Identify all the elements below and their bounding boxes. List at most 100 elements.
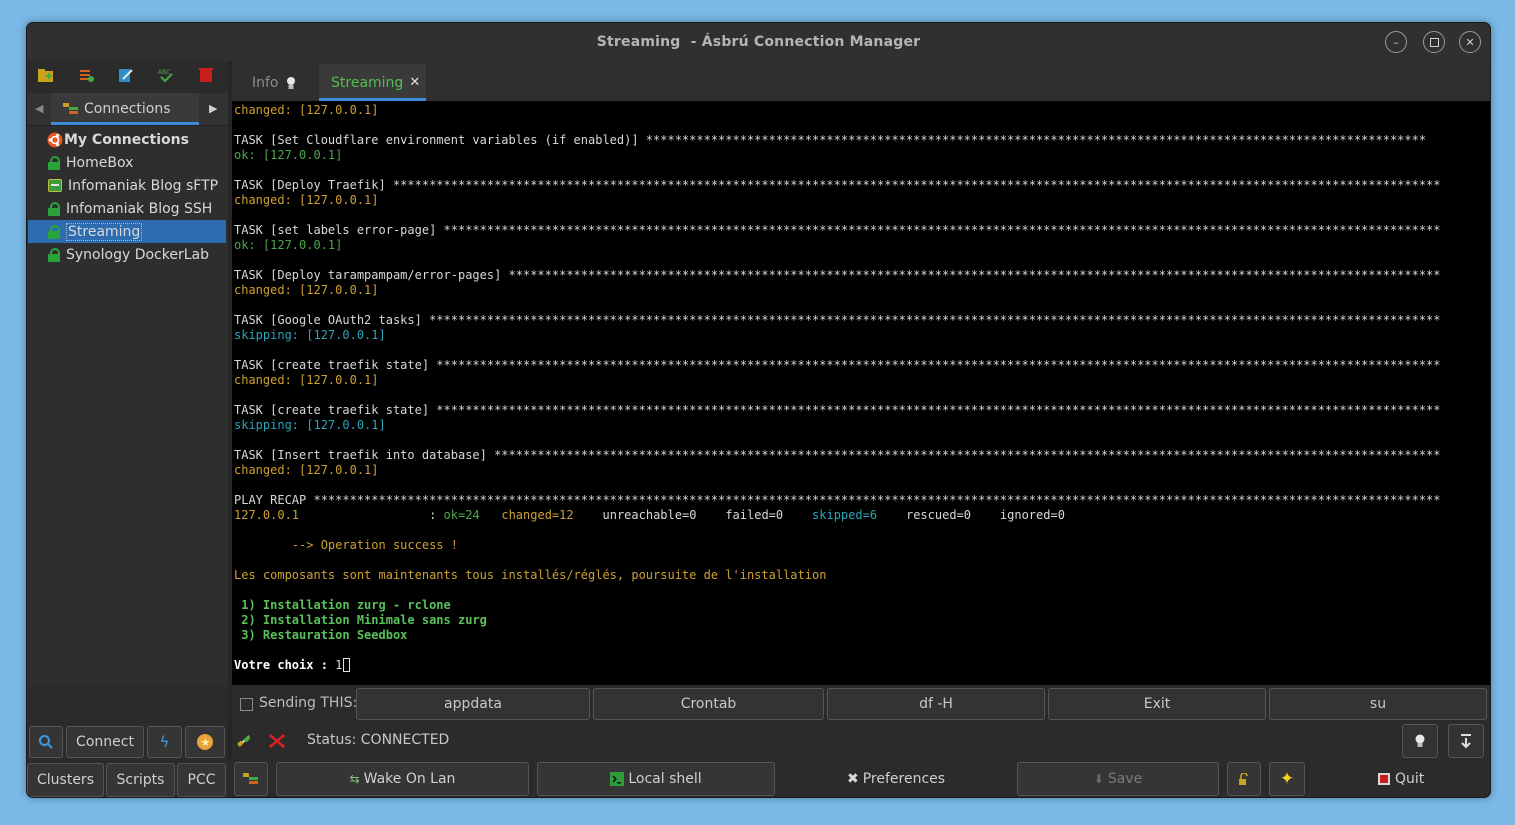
app-window: Streaming - Ásbrú Connection Manager – ✕… (26, 22, 1491, 798)
tree-item-label: Infomaniak Blog SSH (66, 200, 213, 217)
recap-sep: : (299, 508, 444, 522)
terminal-line: PLAY RECAP *****************************… (234, 493, 1441, 507)
text-cursor (343, 658, 351, 672)
terminal-line: TASK [set labels error-page] ***********… (234, 223, 1441, 237)
terminal-line: Les composants sont maintenants tous ins… (234, 568, 827, 582)
tree-item-label: Infomaniak Blog sFTP (68, 177, 219, 194)
tree-item-label: HomeBox (66, 154, 134, 171)
tab-info[interactable]: Info (240, 64, 322, 101)
search-button[interactable] (29, 726, 63, 758)
sparkle-icon: ✦ (1279, 769, 1295, 789)
wizard-button[interactable]: ✦ (1269, 762, 1305, 796)
send-bar: Sending THIS: appdata Crontab df -H Exit… (232, 686, 1490, 722)
macro-label: su (1369, 696, 1387, 712)
delete-button[interactable] (193, 63, 219, 87)
tab-info-label: Info (252, 74, 279, 91)
macro-crontab-button[interactable]: Crontab (593, 688, 824, 720)
connect-button[interactable]: Connect (66, 726, 144, 758)
window-title: Streaming - Ásbrú Connection Manager (596, 34, 921, 50)
lock-app-button[interactable] (1227, 762, 1261, 796)
chevron-left-icon[interactable]: ◀ (35, 102, 43, 115)
tree-item-infomaniak-blog-sftp[interactable]: Infomaniak Blog sFTP (28, 174, 226, 197)
rename-button[interactable]: ABC (153, 63, 179, 87)
preferences-button[interactable]: ✖ Preferences (847, 762, 945, 796)
terminal-output[interactable]: changed: [127.0.0.1] TASK [Set Cloudflare… (232, 101, 1490, 685)
edit-connection-button[interactable] (113, 63, 139, 87)
folder-add-icon (38, 69, 53, 82)
info-toggle-button[interactable] (1402, 724, 1438, 758)
tree-item-streaming[interactable]: Streaming (28, 220, 226, 243)
status-bar: Status: CONNECTED (232, 723, 1490, 759)
save-label: Save (1107, 771, 1143, 787)
macro-appdata-button[interactable]: appdata (356, 688, 590, 720)
local-shell-button[interactable]: Local shell (537, 762, 775, 796)
recap-failed: failed=0 (725, 508, 784, 522)
terminal-line: TASK [Insert traefik into database] ****… (234, 448, 1441, 462)
lock-icon (48, 224, 60, 239)
show-tree-button[interactable] (234, 762, 268, 796)
minimize-button[interactable]: – (1385, 31, 1407, 53)
tab-connections-label: Connections (84, 101, 171, 117)
chevron-right-icon[interactable]: ▶ (209, 102, 217, 115)
quick-connect-button[interactable]: ϟ (147, 726, 182, 758)
quit-button[interactable]: Quit (1377, 762, 1424, 796)
tree-item-synology-dockerlab[interactable]: Synology DockerLab (28, 243, 226, 266)
terminal-line: 3) Restauration Seedbox (234, 628, 408, 642)
close-tab-icon[interactable]: ✕ (409, 75, 420, 90)
wake-on-lan-button[interactable]: ⇆ Wake On Lan (276, 762, 529, 796)
minimize-icon: – (1393, 35, 1399, 49)
star-badge-icon: ★ (197, 734, 213, 750)
close-window-button[interactable]: ✕ (1459, 31, 1481, 53)
tree-item-homebox[interactable]: HomeBox (28, 151, 226, 174)
tree-item-infomaniak-blog-ssh[interactable]: Infomaniak Blog SSH (28, 197, 226, 220)
tree-root-my-connections[interactable]: My Connections (28, 128, 226, 151)
recap-host: 127.0.0.1 (234, 508, 300, 522)
lightbulb-icon (1415, 734, 1425, 747)
tab-connections[interactable]: Connections (51, 93, 199, 125)
connections-tree-icon (243, 773, 258, 784)
ubuntu-icon (47, 132, 63, 147)
save-button[interactable]: ⬇ Save (1017, 762, 1219, 796)
recap-ok: ok=24 (443, 508, 480, 522)
save-icon: ⬇ (1093, 772, 1104, 786)
lock-icon (48, 247, 60, 262)
close-icon: ✕ (1465, 35, 1475, 49)
preferences-label: Preferences (862, 771, 946, 787)
macro-df-button[interactable]: df -H (827, 688, 1045, 720)
tab-streaming[interactable]: Streaming ✕ (319, 64, 426, 101)
macro-su-button[interactable]: su (1269, 688, 1487, 720)
terminal-line: TASK [create traefik state] ************… (234, 403, 1441, 417)
macro-label: df -H (919, 696, 953, 712)
play-recap-line: 127.0.0.1 : ok=24 changed=12 unreachable… (234, 508, 1065, 523)
recap-skipped: skipped=6 (812, 508, 878, 522)
terminal-line: TASK [Google OAuth2 tasks] *************… (234, 313, 1441, 327)
add-connection-button[interactable] (73, 63, 99, 87)
scroll-to-bottom-button[interactable] (1448, 724, 1484, 758)
quit-icon (1378, 773, 1390, 785)
terminal-line: TASK [create traefik state] ************… (234, 358, 1441, 372)
delete-icon (199, 68, 213, 82)
macro-label: Crontab (680, 696, 737, 712)
terminal-line: skipping: [127.0.0.1] (234, 418, 386, 432)
lightbulb-icon (286, 76, 295, 89)
spellcheck-icon: ABC (158, 69, 173, 83)
lock-icon (48, 201, 60, 216)
macro-exit-button[interactable]: Exit (1048, 688, 1266, 720)
recap-ignored: ignored=0 (999, 508, 1065, 522)
prompt-input[interactable]: 1 (335, 658, 342, 672)
add-group-button[interactable] (33, 63, 59, 87)
terminal-icon (610, 772, 625, 786)
terminal-line: changed: [127.0.0.1] (234, 463, 379, 477)
network-icon: ⇆ (349, 772, 360, 786)
send-to-all-checkbox[interactable] (240, 698, 253, 711)
favourites-button[interactable]: ★ (185, 726, 225, 758)
disconnected-icon (269, 734, 285, 748)
maximize-button[interactable] (1423, 31, 1445, 53)
tools-icon: ✖ (847, 771, 859, 787)
svg-text:★: ★ (201, 736, 211, 749)
prompt-label: Votre choix : (234, 658, 336, 672)
unlock-icon (1239, 773, 1248, 785)
tree-item-label: My Connections (64, 131, 189, 148)
